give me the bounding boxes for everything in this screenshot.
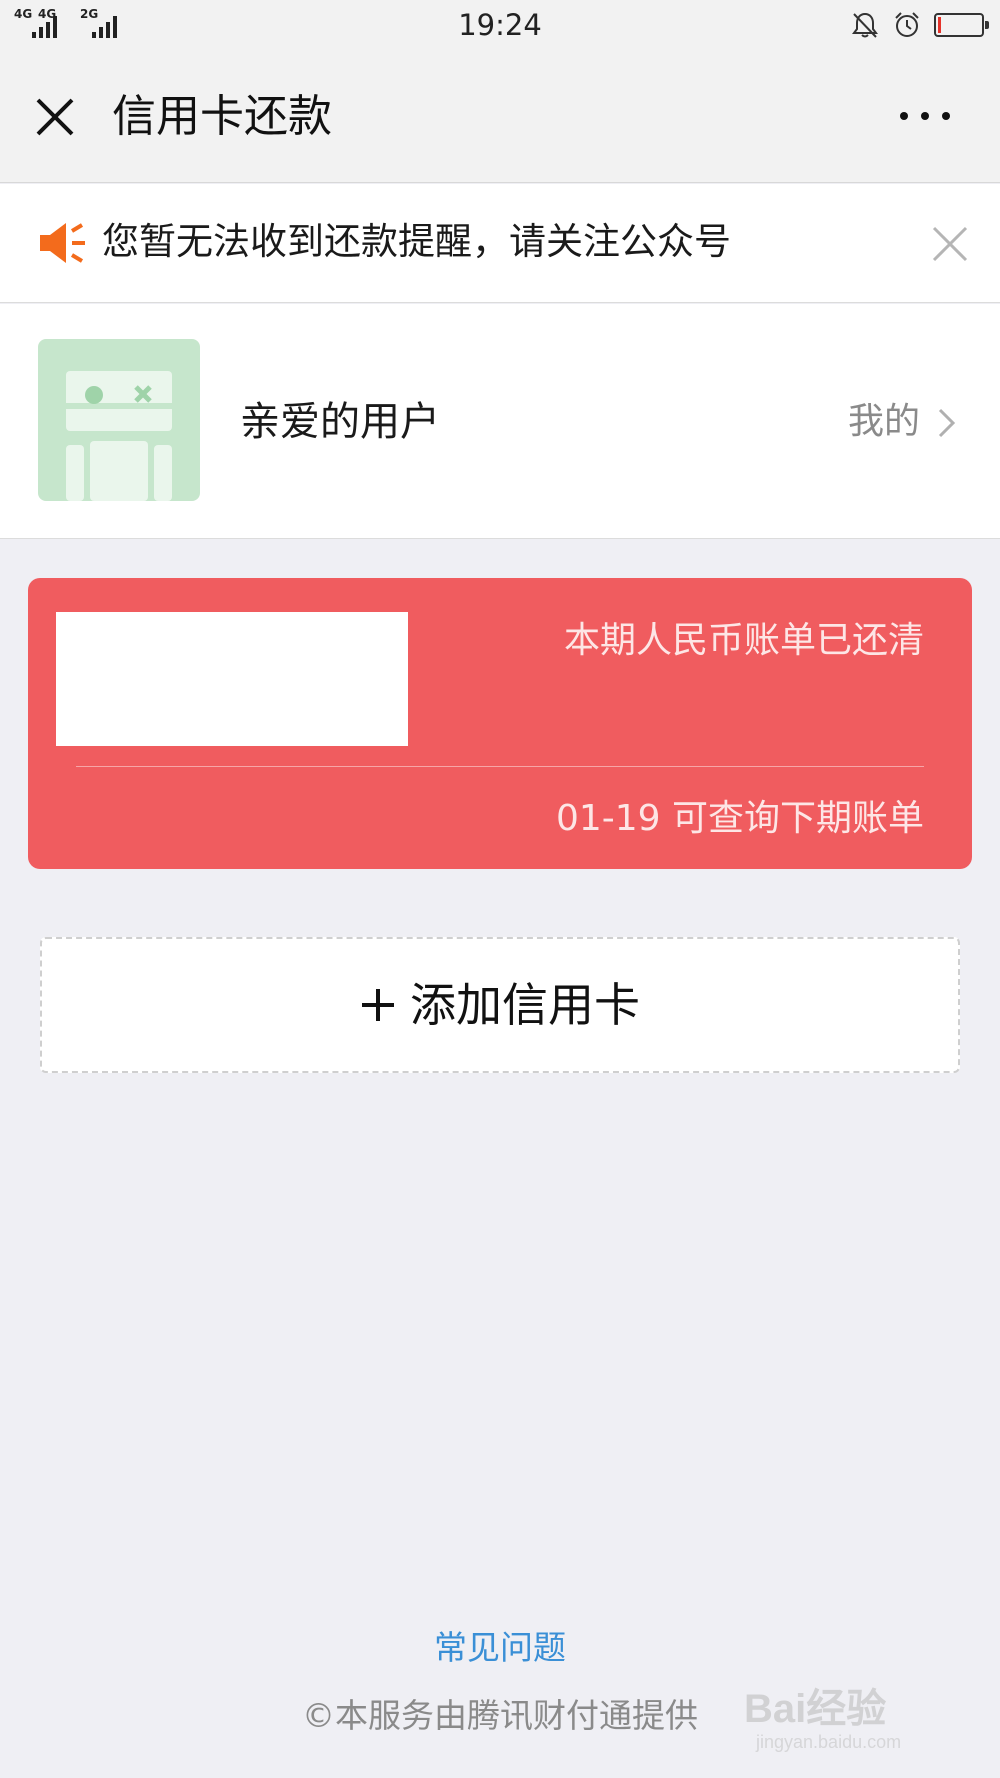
add-credit-card-label: 添加信用卡 bbox=[410, 978, 640, 1032]
battery-icon bbox=[934, 13, 989, 37]
bell-muted-icon bbox=[852, 12, 878, 38]
bill-status-text: 本期人民币账单已还清 bbox=[563, 620, 924, 661]
plus-icon bbox=[362, 989, 394, 1021]
robot-avatar-icon bbox=[66, 371, 172, 501]
more-options-icon[interactable] bbox=[898, 104, 952, 128]
alarm-clock-icon bbox=[895, 12, 919, 37]
redacted-card-info bbox=[56, 612, 408, 746]
dismiss-notice-icon[interactable] bbox=[930, 224, 970, 264]
watermark-brand: Bai经验 bbox=[744, 1687, 887, 1731]
baidu-jingyan-watermark: Bai经验 jingyan.baidu.com bbox=[744, 1668, 944, 1764]
user-profile-row[interactable]: 亲爱的用户 我的 bbox=[0, 304, 1000, 539]
speaker-icon bbox=[40, 223, 85, 263]
nav-bar: 信用卡还款 bbox=[0, 52, 1000, 183]
reminder-notice-bar[interactable]: 您暂无法收到还款提醒，请关注公众号 bbox=[0, 184, 1000, 303]
battery-level bbox=[938, 17, 941, 33]
add-credit-card-button[interactable]: 添加信用卡 bbox=[40, 937, 960, 1073]
faq-link[interactable]: 常见问题 bbox=[0, 1625, 1000, 1671]
mine-link-label[interactable]: 我的 bbox=[848, 396, 920, 448]
card-divider bbox=[76, 766, 924, 767]
user-name: 亲爱的用户 bbox=[240, 399, 440, 445]
chevron-right-icon[interactable] bbox=[936, 406, 958, 440]
status-bar: 4G 4G 2G 19:24 bbox=[0, 0, 1000, 52]
status-icons bbox=[850, 10, 989, 40]
close-icon[interactable] bbox=[30, 92, 80, 142]
credit-card-bill-card[interactable]: 本期人民币账单已还清 01-19 可查询下期账单 bbox=[28, 578, 972, 869]
page: 4G 4G 2G 19:24 信用卡还款 您暂无法收到还款提醒，请关注公众号 亲… bbox=[0, 0, 1000, 1778]
avatar bbox=[38, 339, 200, 501]
next-bill-text: 01-19 可查询下期账单 bbox=[555, 798, 924, 839]
page-title: 信用卡还款 bbox=[112, 91, 332, 142]
notice-text: 您暂无法收到还款提醒，请关注公众号 bbox=[102, 220, 731, 263]
watermark-url: jingyan.baidu.com bbox=[756, 1732, 902, 1752]
